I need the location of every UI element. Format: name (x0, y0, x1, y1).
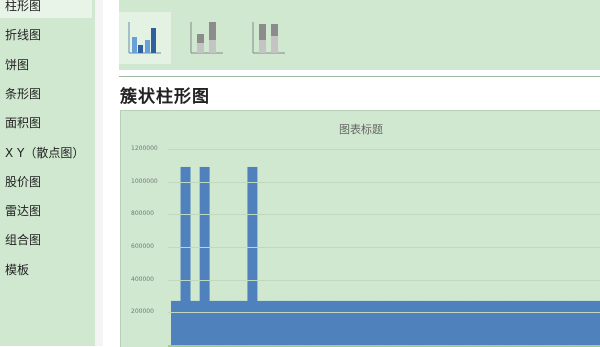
y-gridline (168, 181, 600, 183)
sidebar-item-3[interactable]: 条形图 (0, 82, 92, 106)
y-gridline (168, 279, 600, 281)
y-gridline (168, 247, 600, 248)
y-tick-label: 600000 (131, 243, 154, 250)
chart-bar[interactable] (276, 300, 287, 345)
chart-bar[interactable] (476, 300, 487, 345)
chart-bar[interactable] (591, 300, 600, 345)
chart-bar[interactable] (515, 300, 525, 345)
chart-bar[interactable] (266, 300, 277, 345)
chart-bar[interactable] (553, 300, 564, 345)
sidebar-item-9[interactable]: 模板 (0, 258, 92, 282)
chart-bar[interactable] (467, 300, 478, 345)
chart-bar[interactable] (390, 300, 401, 345)
chart-bar[interactable] (209, 300, 220, 345)
sidebar-divider (95, 0, 103, 346)
chart-bar[interactable] (190, 300, 201, 345)
chart-bar[interactable] (524, 300, 535, 345)
y-tick-label: 1000000 (131, 177, 158, 185)
chart-bar[interactable] (199, 166, 210, 345)
y-tick-label: 200000 (131, 308, 154, 316)
sidebar-item-4[interactable]: 面积图 (0, 111, 92, 135)
chart-bar[interactable] (171, 300, 181, 345)
chart-bar[interactable] (543, 300, 554, 345)
chart-preview[interactable]: 图表标题 200000 400000 600000 800000 1000000 1200… (120, 110, 600, 347)
chart-bar[interactable] (505, 300, 516, 345)
stacked-column-icon (190, 22, 223, 54)
chart-bar[interactable] (247, 166, 258, 345)
chart-bar[interactable] (534, 300, 545, 345)
chart-bar[interactable] (352, 300, 363, 345)
sidebar-item-6[interactable]: 股价图 (0, 170, 92, 194)
section-divider (119, 76, 600, 77)
chart-bar[interactable] (218, 300, 229, 345)
subtype-clustered-column[interactable] (119, 12, 171, 64)
chart-bar[interactable] (295, 300, 306, 345)
clustered-column-icon (128, 22, 161, 54)
y-gridline (168, 149, 600, 150)
sidebar-item-5[interactable]: X Y（散点图） (0, 141, 92, 165)
section-title: 簇状柱形图 (120, 87, 210, 107)
chart-bar[interactable] (409, 300, 420, 345)
chart-bar[interactable] (381, 300, 392, 345)
chart-bar[interactable] (323, 300, 334, 345)
chart-bar[interactable] (343, 300, 353, 345)
chart-bar[interactable] (400, 300, 411, 345)
chart-type-sidebar: 柱形图折线图饼图条形图面积图 X Y（散点图） 股价图雷达图组合图模板 (0, 0, 95, 346)
chart-bar[interactable] (448, 300, 459, 345)
chart-bar[interactable] (285, 300, 296, 345)
chart-bar[interactable] (581, 300, 592, 345)
y-tick-label: 1200000 (131, 145, 158, 152)
sidebar-item-8[interactable]: 组合图 (0, 228, 92, 252)
y-tick-label: 400000 (131, 275, 154, 283)
chart-bar[interactable] (562, 300, 573, 345)
chart-bar[interactable] (438, 300, 449, 345)
y-gridline (168, 312, 600, 314)
chart-bar[interactable] (495, 300, 506, 345)
100-percent-stacked-column-icon (252, 22, 285, 54)
chart-subtype-bar (119, 0, 600, 70)
chart-bar[interactable] (362, 300, 373, 345)
chart-bar[interactable] (457, 300, 468, 345)
y-tick-label: 800000 (131, 210, 154, 218)
chart-bar[interactable] (257, 300, 267, 345)
sidebar-item-7[interactable]: 雷达图 (0, 199, 92, 223)
chart-bar[interactable] (333, 300, 344, 345)
chart-bar[interactable] (228, 300, 239, 345)
chart-bar[interactable] (314, 300, 325, 345)
chart-bar[interactable] (304, 300, 315, 345)
sidebar-item-2[interactable]: 饼图 (0, 53, 92, 77)
chart-preview-panel: 簇状柱形图 图表标题 200000 400000 600000 800000 10000… (103, 0, 600, 347)
sidebar-item-0[interactable]: 柱形图 (0, 0, 92, 18)
chart-bar[interactable] (429, 300, 439, 345)
chart-bar[interactable] (237, 300, 248, 345)
subtype-stacked-column[interactable] (181, 12, 233, 64)
chart-bar[interactable] (419, 300, 430, 345)
chart-bar[interactable] (572, 300, 583, 345)
chart-bar[interactable] (180, 166, 191, 345)
chart-bar[interactable] (486, 300, 497, 345)
y-gridline (168, 214, 600, 216)
sidebar-item-1[interactable]: 折线图 (0, 23, 92, 47)
subtype-100-percent-stacked-column[interactable] (243, 12, 295, 64)
chart-bar[interactable] (371, 300, 382, 345)
